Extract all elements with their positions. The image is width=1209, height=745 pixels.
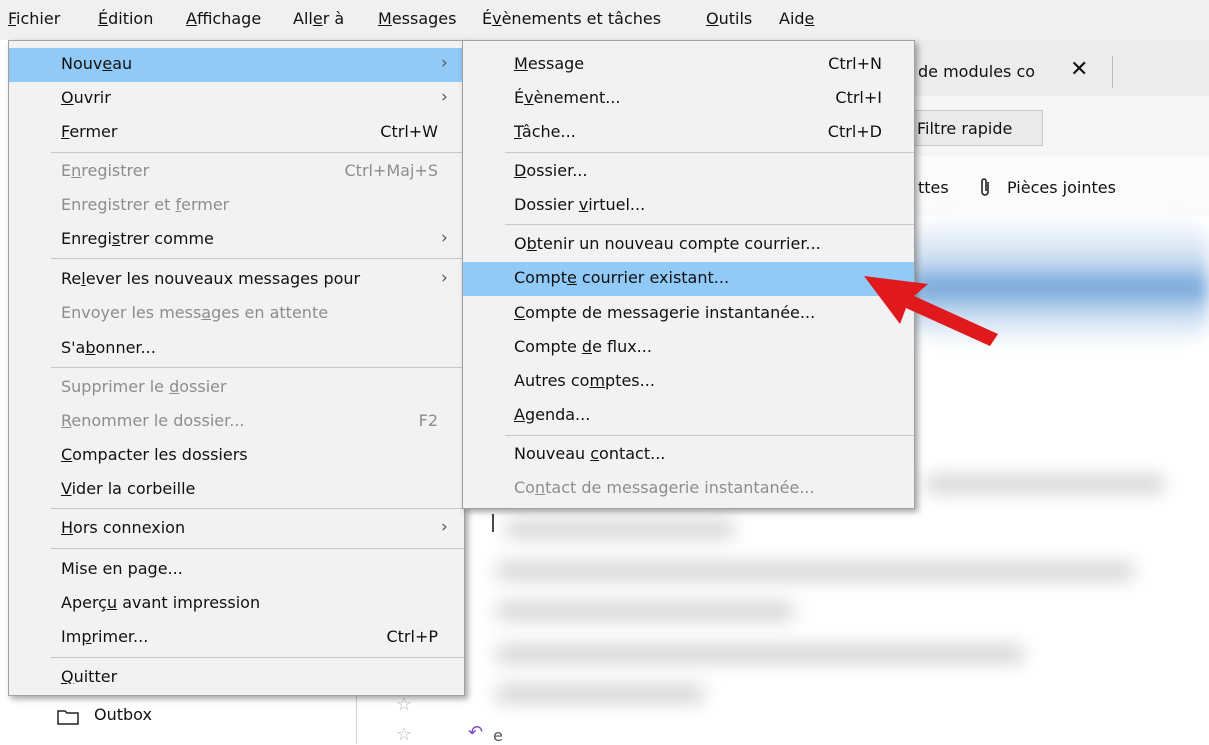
menu-messages[interactable]: Messages (378, 9, 456, 28)
blurred-text (495, 602, 795, 620)
menu-item-enregistrer[interactable]: Enregistrer Ctrl+Maj+S (9, 155, 464, 189)
text-cursor (492, 514, 494, 532)
attachments-filter[interactable]: Pièces jointes (1007, 178, 1116, 197)
menu-item-fermer[interactable]: Fermer Ctrl+W (9, 116, 464, 150)
menu-separator (51, 152, 464, 153)
menu-item-envoyer-attente[interactable]: Envoyer les messages en attente (9, 297, 464, 331)
menu-item-nouveau-contact[interactable]: Nouveau contact... (463, 438, 914, 472)
menu-item-quitter[interactable]: Quitter (9, 661, 464, 695)
menu-item-agenda[interactable]: Agenda... (463, 399, 914, 433)
menu-separator (51, 258, 464, 259)
blurred-text (495, 645, 1025, 663)
menu-item-hors-connexion[interactable]: Hors connexion › (9, 512, 464, 546)
shortcut-label: F2 (418, 411, 438, 430)
menu-item-autres-comptes[interactable]: Autres comptes... (463, 365, 914, 399)
shortcut-label: Ctrl+I (835, 88, 882, 107)
close-icon[interactable]: ✕ (1070, 57, 1088, 82)
tab-separator (1112, 56, 1113, 88)
menu-item-nouveau[interactable]: Nouveau › (9, 48, 464, 82)
menu-item-compte-courrier-existant[interactable]: Compte courrier existant... (463, 262, 914, 296)
menubar: Fichier Édition Affichage Aller à Messag… (0, 0, 1209, 40)
pane-divider (356, 690, 357, 744)
menu-item-mise-en-page[interactable]: Mise en page... (9, 553, 464, 587)
nouveau-submenu: Message Ctrl+N Évènement... Ctrl+I Tâche… (462, 40, 915, 509)
menu-item-sabonner[interactable]: S'abonner... (9, 332, 464, 366)
menu-item-tache[interactable]: Tâche... Ctrl+D (463, 116, 914, 150)
chevron-right-icon: › (441, 268, 448, 288)
shortcut-label: Ctrl+Maj+S (344, 161, 439, 180)
filter-label[interactable]: ttes (918, 178, 949, 197)
folder-icon (57, 710, 79, 725)
menu-separator (51, 367, 464, 368)
menu-item-nouveau-compte-courrier[interactable]: Obtenir un nouveau compte courrier... (463, 228, 914, 262)
menu-separator (505, 152, 914, 153)
menu-item-renommer-dossier[interactable]: Renommer le dossier... F2 (9, 405, 464, 439)
paperclip-icon (981, 178, 989, 196)
shortcut-label: Ctrl+D (827, 122, 882, 141)
menu-aide[interactable]: Aide (779, 9, 814, 28)
menu-edition[interactable]: Édition (98, 9, 153, 28)
menu-separator (505, 435, 914, 436)
menu-separator (51, 657, 464, 658)
menu-item-relever[interactable]: Relever les nouveaux messages pour › (9, 263, 464, 297)
menu-item-message[interactable]: Message Ctrl+N (463, 48, 914, 82)
annotation-arrow-icon (864, 276, 998, 346)
menu-outils[interactable]: Outils (706, 9, 752, 28)
blurred-text (495, 685, 705, 703)
menu-item-enregistrer-fermer[interactable]: Enregistrer et fermer (9, 189, 464, 223)
menu-fichier[interactable]: Fichier (8, 9, 60, 28)
chevron-right-icon: › (441, 53, 448, 73)
star-icon[interactable]: ☆ (396, 724, 412, 745)
blurred-text (925, 475, 1165, 493)
menu-evenements-taches[interactable]: Évènements et tâches (482, 9, 661, 28)
shortcut-label: Ctrl+P (386, 627, 438, 646)
reply-icon: ↶ (468, 722, 484, 743)
menu-item-evenement[interactable]: Évènement... Ctrl+I (463, 82, 914, 116)
chevron-right-icon: › (441, 87, 448, 107)
quick-filter-button[interactable]: Filtre rapide (906, 110, 1043, 146)
shortcut-label: Ctrl+N (828, 54, 882, 73)
menu-aller-a[interactable]: Aller à (293, 9, 344, 28)
menu-item-supprimer-dossier[interactable]: Supprimer le dossier (9, 371, 464, 405)
menu-item-contact-messagerie-instantanee[interactable]: Contact de messagerie instantanée... (463, 472, 914, 506)
menu-item-compte-messagerie-instantanee[interactable]: Compte de messagerie instantanée... (463, 297, 914, 331)
star-icon[interactable]: ☆ (396, 694, 412, 715)
tab-label: de modules co (918, 62, 1036, 81)
menu-item-compacter[interactable]: Compacter les dossiers (9, 439, 464, 473)
menu-affichage[interactable]: Affichage (186, 9, 261, 28)
menu-item-imprimer[interactable]: Imprimer... Ctrl+P (9, 621, 464, 655)
fichier-menu: Nouveau › Ouvrir › Fermer Ctrl+W Enregis… (8, 40, 465, 696)
menu-item-apercu-impression[interactable]: Aperçu avant impression (9, 587, 464, 621)
message-subject[interactable]: e (493, 726, 503, 745)
menu-item-enregistrer-comme[interactable]: Enregistrer comme › (9, 223, 464, 257)
menu-separator (51, 508, 464, 509)
shortcut-label: Ctrl+W (380, 122, 438, 141)
blurred-text (495, 562, 1135, 580)
folder-outbox[interactable]: Outbox (94, 705, 152, 724)
chevron-right-icon: › (441, 517, 448, 537)
menu-separator (505, 224, 914, 225)
menu-item-compte-flux[interactable]: Compte de flux... (463, 331, 914, 365)
blurred-text (505, 520, 735, 538)
menu-item-dossier-virtuel[interactable]: Dossier virtuel... (463, 189, 914, 223)
menu-item-vider-corbeille[interactable]: Vider la corbeille (9, 473, 464, 507)
menu-item-dossier[interactable]: Dossier... (463, 155, 914, 189)
menu-separator (51, 548, 464, 549)
chevron-right-icon: › (441, 228, 448, 248)
menu-item-ouvrir[interactable]: Ouvrir › (9, 82, 464, 116)
